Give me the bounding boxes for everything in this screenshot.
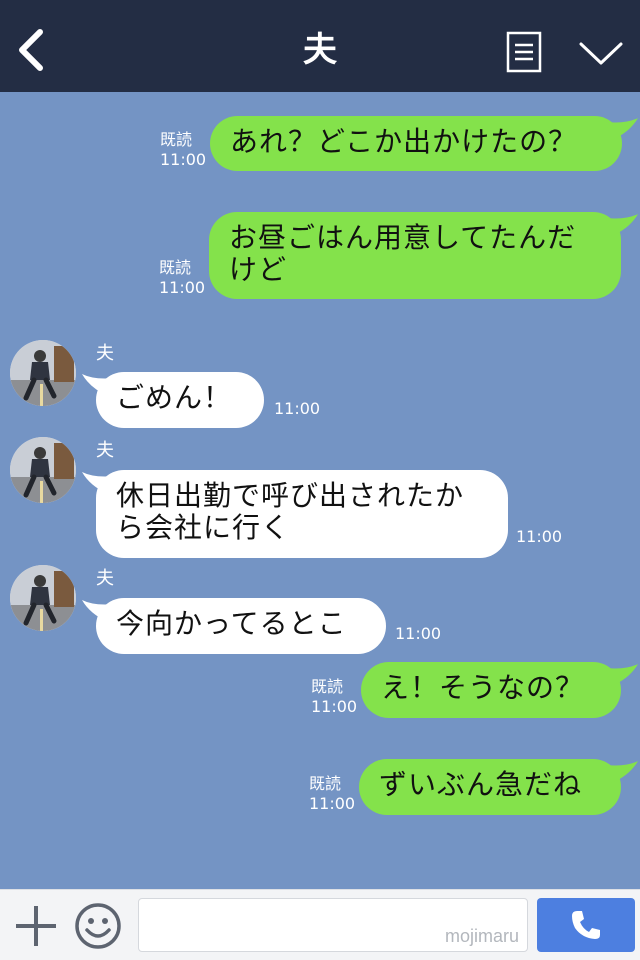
message-text: 今向かってるとこ <box>116 607 347 640</box>
bubble-tail <box>606 118 638 140</box>
avatar[interactable] <box>10 437 76 503</box>
read-receipt: 既読 11:00 <box>159 258 205 298</box>
bubble-tail <box>606 761 638 783</box>
sent-message-bubble[interactable]: お昼ごはん用意してたんだけど <box>209 212 621 299</box>
message-time: 11:00 <box>309 794 356 813</box>
read-receipt: 既読 11:00 <box>309 774 355 814</box>
avatar-photo <box>10 437 76 503</box>
sent-message-bubble[interactable]: あれ？どこか出かけたの？ <box>210 116 622 171</box>
message-time: 11:00 <box>160 150 207 169</box>
avatar[interactable] <box>10 340 76 406</box>
message-time: 11:00 <box>274 399 321 418</box>
sender-name: 夫 <box>96 440 114 461</box>
message-text: ごめん！ <box>116 381 233 414</box>
received-message-bubble[interactable]: 休日出勤で呼び出されたから会社に行く <box>96 470 508 558</box>
read-label: 既読 <box>159 258 192 277</box>
avatar-photo <box>10 565 76 631</box>
message-time: 11:00 <box>311 697 358 716</box>
message-input[interactable]: mojimaru <box>138 898 528 952</box>
read-label: 既読 <box>309 774 342 793</box>
input-bar: mojimaru <box>0 889 640 960</box>
back-chevron-icon[interactable] <box>14 28 50 72</box>
message-text: ずいぶん急だね <box>379 768 583 801</box>
message-time: 11:00 <box>395 624 442 643</box>
received-message-bubble[interactable]: 今向かってるとこ <box>96 598 386 654</box>
sender-name: 夫 <box>96 568 114 589</box>
message-text: 休日出勤で呼び出されたから会社に行く <box>116 479 465 544</box>
message-time: 11:00 <box>159 278 206 297</box>
read-label: 既読 <box>160 130 193 149</box>
sender-name: 夫 <box>96 343 114 364</box>
message-time: 11:00 <box>516 527 563 546</box>
plus-icon[interactable] <box>14 904 58 948</box>
call-button[interactable] <box>537 898 635 952</box>
message-text: え！そうなの？ <box>381 671 585 704</box>
menu-list-icon[interactable] <box>506 31 542 73</box>
smile-icon[interactable] <box>74 902 122 950</box>
chevron-down-icon[interactable] <box>578 38 624 68</box>
sent-message-bubble[interactable]: ずいぶん急だね <box>359 759 621 815</box>
watermark-text: mojimaru <box>444 926 519 946</box>
phone-icon <box>572 911 600 939</box>
chat-title: 夫 <box>303 30 337 70</box>
chat-header: 夫 <box>0 0 640 92</box>
bubble-tail <box>606 664 638 686</box>
received-message-bubble[interactable]: ごめん！ <box>96 372 264 428</box>
avatar-photo <box>10 340 76 406</box>
bubble-tail <box>606 214 638 236</box>
read-receipt: 既読 11:00 <box>160 130 206 170</box>
read-label: 既読 <box>311 677 344 696</box>
message-text: お昼ごはん用意してたんだけど <box>229 221 577 286</box>
avatar[interactable] <box>10 565 76 631</box>
sent-message-bubble[interactable]: え！そうなの？ <box>361 662 621 718</box>
message-text: あれ？どこか出かけたの？ <box>230 125 578 158</box>
read-receipt: 既読 11:00 <box>311 677 357 717</box>
message-list[interactable]: 既読 11:00 あれ？どこか出かけたの？ 既読 11:00 お昼ごはん用意して… <box>0 92 640 889</box>
